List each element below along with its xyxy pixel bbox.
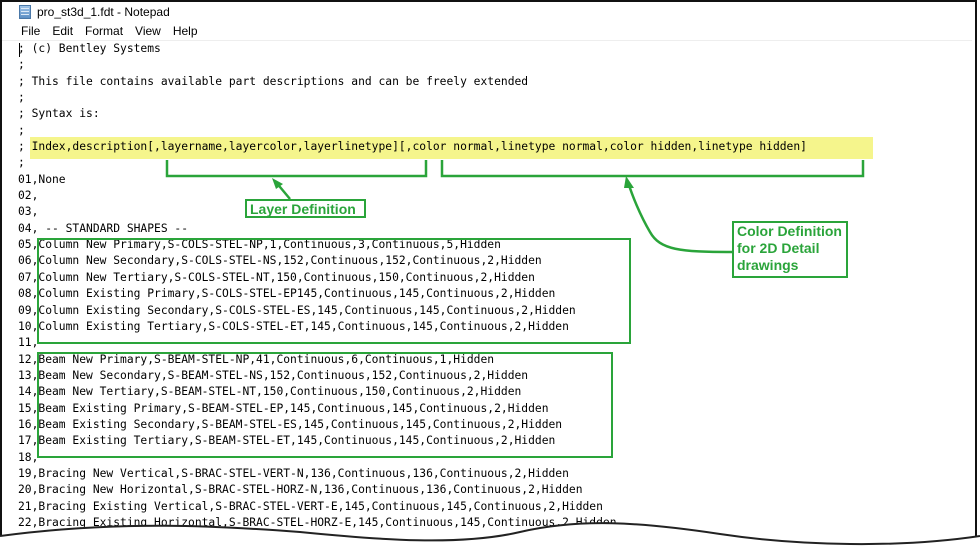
annotation-overlay	[165, 160, 865, 254]
torn-edge	[0, 522, 980, 556]
layer-bracket	[165, 160, 428, 178]
color-arrow	[626, 181, 733, 254]
color-definition-text: Color Definition for 2D Detail drawings	[737, 223, 842, 273]
layer-definition-text: Layer Definition	[250, 201, 356, 217]
color-definition-label: Color Definition for 2D Detail drawings	[732, 221, 848, 278]
color-bracket	[440, 160, 865, 178]
color-arrowhead	[624, 176, 634, 188]
layer-definition-label: Layer Definition	[245, 199, 366, 218]
